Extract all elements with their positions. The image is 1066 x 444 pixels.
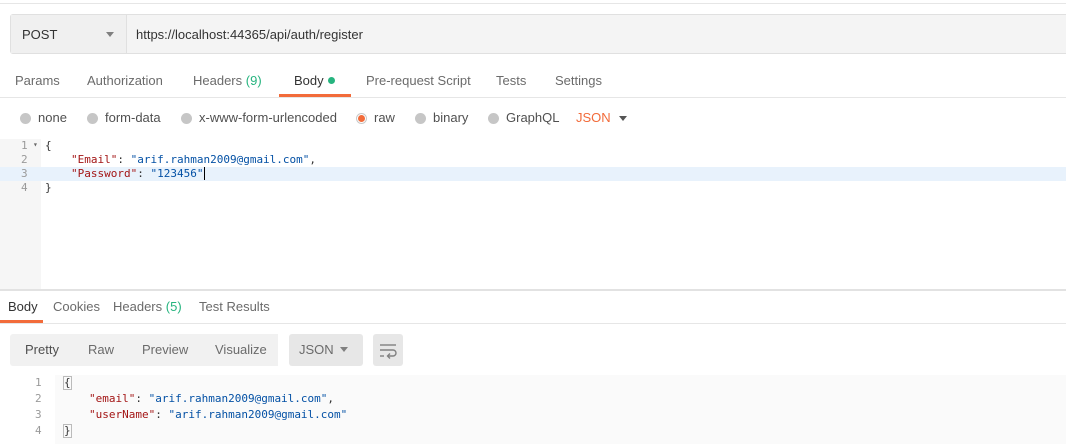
tab-pre-request-script[interactable]: Pre-request Script [366, 73, 471, 88]
json-open-brace: { [63, 376, 72, 390]
json-value: "123456" [150, 167, 204, 180]
json-value: "arif.rahman2009@gmail.com" [130, 153, 310, 166]
radio-form-data[interactable] [87, 113, 98, 124]
radio-binary[interactable] [415, 113, 426, 124]
response-tab-body[interactable]: Body [8, 299, 38, 314]
tab-body[interactable]: Body [294, 73, 335, 88]
view-raw-button[interactable]: Raw [88, 342, 114, 357]
line-number: 2 [21, 153, 28, 166]
url-input[interactable]: https://localhost:44365/api/auth/registe… [136, 27, 363, 42]
headers-count-badge: (9) [245, 73, 262, 88]
radio-none-label: none [38, 110, 67, 125]
line-number: 3 [21, 167, 28, 180]
json-open-brace: { [45, 139, 52, 152]
json-close-brace: } [45, 181, 52, 194]
radio-urlencoded-label: x-www-form-urlencoded [199, 110, 337, 125]
request-bar: POST https://localhost:44365/api/auth/re… [10, 14, 1066, 54]
json-key: "Password" [71, 167, 138, 180]
view-pretty-button[interactable]: Pretty [25, 342, 59, 357]
line-number: 3 [35, 408, 42, 421]
json-value: "arif.rahman2009@gmail.com" [168, 408, 348, 421]
response-headers-count-badge: (5) [165, 299, 182, 314]
body-modified-dot-icon [327, 77, 335, 84]
top-divider [0, 3, 1066, 4]
json-key: "userName" [89, 408, 156, 421]
response-format-label: JSON [299, 342, 334, 357]
line-number: 4 [21, 181, 28, 194]
format-chevron-down-icon[interactable] [619, 116, 627, 121]
json-line-email: "email": "arif.rahman2009@gmail.com", [89, 392, 335, 405]
json-line-username: "userName": "arif.rahman2009@gmail.com" [89, 408, 348, 421]
json-close-brace: } [63, 424, 72, 438]
method-label: POST [22, 27, 58, 42]
json-line-email: "Email": "arif.rahman2009@gmail.com", [71, 153, 317, 166]
tabs-divider [0, 97, 1066, 98]
line-number: 2 [35, 392, 42, 405]
request-body-editor[interactable]: 1 ▾ { 2 "Email": "arif.rahman2009@gmail.… [0, 139, 1066, 289]
fold-chevron-icon[interactable]: ▾ [33, 140, 38, 149]
json-key: "Email" [71, 153, 118, 166]
response-tab-headers[interactable]: Headers (5) [113, 299, 182, 314]
response-format-chevron-down-icon [340, 347, 348, 352]
line-number: 1 [21, 139, 28, 152]
radio-binary-label: binary [433, 110, 469, 125]
wrap-lines-icon [380, 344, 397, 359]
response-tab-test-results[interactable]: Test Results [199, 299, 270, 314]
response-tab-cookies[interactable]: Cookies [53, 299, 100, 314]
json-value: "arif.rahman2009@gmail.com" [148, 392, 328, 405]
response-tabs-divider [0, 323, 1066, 324]
radio-graphql-label: GraphQL [506, 110, 560, 125]
view-visualize-button[interactable]: Visualize [215, 342, 267, 357]
text-cursor [204, 167, 206, 180]
wrap-lines-button[interactable] [373, 334, 403, 366]
method-select[interactable]: POST [11, 15, 127, 53]
tab-params[interactable]: Params [15, 73, 60, 88]
radio-graphql[interactable] [488, 113, 499, 124]
chevron-down-icon [106, 32, 114, 37]
pane-resize-handle[interactable] [0, 289, 1066, 291]
json-line-password: "Password": "123456" [71, 167, 206, 180]
radio-form-data-label: form-data [105, 110, 161, 125]
response-format-select[interactable]: JSON [289, 334, 363, 366]
tab-headers[interactable]: Headers (9) [193, 73, 262, 88]
radio-raw-label: raw [374, 110, 395, 125]
radio-raw[interactable] [356, 113, 367, 124]
radio-none[interactable] [20, 113, 31, 124]
radio-urlencoded[interactable] [181, 113, 192, 124]
response-tab-headers-label: Headers [113, 299, 163, 314]
tab-headers-label: Headers [193, 73, 243, 88]
tab-settings[interactable]: Settings [555, 73, 602, 88]
body-format-select[interactable]: JSON [576, 110, 611, 125]
tab-body-label: Body [294, 73, 324, 88]
tab-authorization[interactable]: Authorization [87, 73, 163, 88]
line-number: 4 [35, 424, 42, 437]
tab-tests[interactable]: Tests [496, 73, 526, 88]
json-key: "email" [89, 392, 136, 405]
view-preview-button[interactable]: Preview [142, 342, 188, 357]
line-number: 1 [35, 376, 42, 389]
